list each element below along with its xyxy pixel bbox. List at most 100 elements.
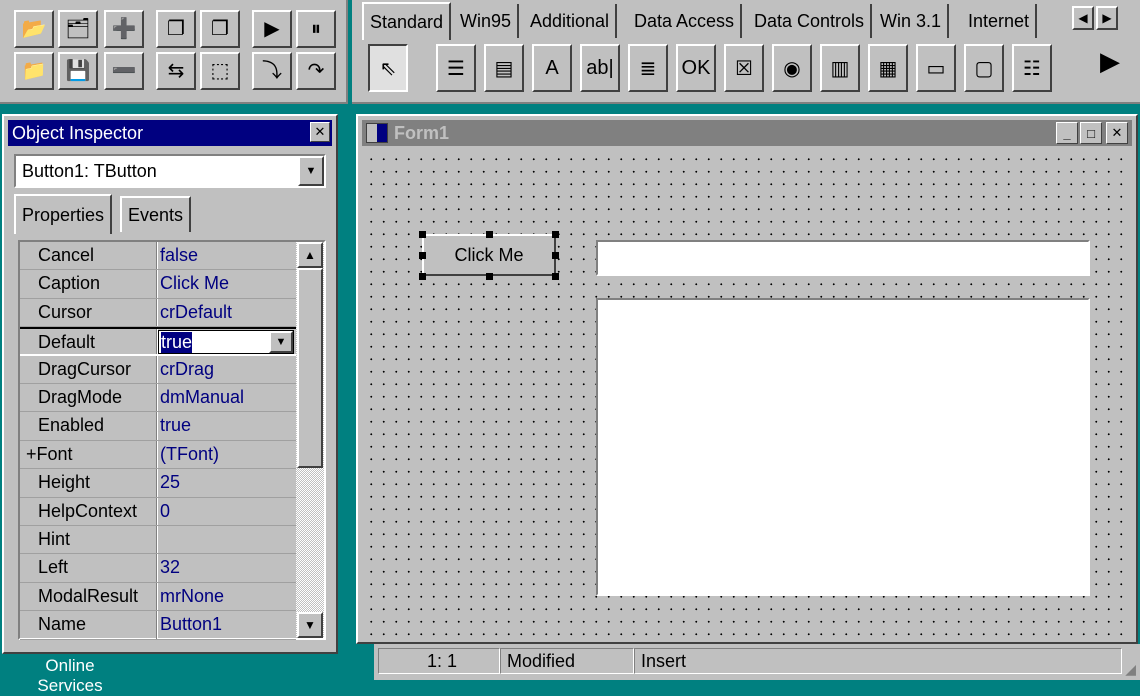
column-divider	[156, 355, 158, 383]
property-value-editor[interactable]: true ▼	[158, 330, 294, 355]
property-name: Enabled	[38, 415, 105, 436]
tab-additional[interactable]: Additional	[524, 4, 618, 38]
inspector-title: Object Inspector	[12, 122, 144, 143]
tab-data-controls[interactable]: Data Controls	[748, 4, 873, 38]
close-icon[interactable]: ✕	[310, 122, 330, 142]
form-client-area[interactable]: Click Me	[362, 150, 1132, 638]
tab-events[interactable]: Events	[120, 196, 192, 232]
edit-icon[interactable]: ab|	[580, 44, 620, 92]
memo-field[interactable]	[596, 298, 1090, 596]
add-file-icon[interactable]: ➕	[104, 10, 144, 48]
property-row[interactable]: Default true ▼	[20, 327, 296, 356]
palette-tab-label: Standard	[370, 11, 444, 32]
remove-file-icon[interactable]: ➖	[104, 52, 144, 90]
open-project-icon[interactable]: 📂	[14, 10, 54, 48]
property-row[interactable]: Name Button1	[20, 611, 296, 640]
size-grip-icon[interactable]: ◢	[1125, 661, 1136, 678]
radiogroup-icon[interactable]: ☷	[1012, 44, 1052, 92]
scrollbar-icon[interactable]: ▭	[916, 44, 956, 92]
scroll-down-icon[interactable]: ▼	[297, 612, 323, 638]
open-icon[interactable]: 📁	[14, 52, 54, 90]
radiobutton-icon[interactable]: ◉	[772, 44, 812, 92]
tab-properties[interactable]: Properties	[14, 194, 113, 234]
close-icon[interactable]: ✕	[1106, 122, 1128, 144]
selection-handle[interactable]	[486, 231, 493, 238]
selection-handle[interactable]	[486, 273, 493, 280]
click-me-button[interactable]: Click Me	[422, 234, 556, 276]
memo-icon[interactable]: ≣	[628, 44, 668, 92]
run-icon[interactable]: ▶	[252, 10, 292, 48]
trace-into-icon[interactable]: ⤵	[252, 52, 292, 90]
property-name: Default	[38, 332, 96, 353]
selection-handle[interactable]	[552, 252, 559, 259]
property-row[interactable]: Hint	[20, 526, 296, 555]
insert-mode-indicator: Insert	[634, 648, 1122, 674]
form-titlebar[interactable]: Form1 _ □ ✕	[362, 120, 1132, 146]
new-form-icon[interactable]: ⬚	[200, 52, 240, 90]
tab-data-access[interactable]: Data Access	[628, 4, 743, 38]
property-row[interactable]: HelpContext 0	[20, 497, 296, 526]
selection-handle[interactable]	[552, 273, 559, 280]
popupmenu-icon[interactable]: ▤	[484, 44, 524, 92]
tab-win95[interactable]: Win95	[454, 4, 520, 38]
select-form-icon[interactable]: ❐	[200, 10, 240, 48]
property-scrollbar[interactable]: ▲ ▼	[296, 242, 324, 638]
tab-scroll-right-icon[interactable]: ▶	[1096, 6, 1118, 30]
property-row[interactable]: ModalResult mrNone	[20, 582, 296, 612]
button-icon[interactable]: OK	[676, 44, 716, 92]
groupbox-icon[interactable]: ▢	[964, 44, 1004, 92]
label-icon[interactable]: A	[532, 44, 572, 92]
minimize-icon[interactable]: _	[1056, 122, 1078, 144]
selection-handle[interactable]	[419, 273, 426, 280]
tab-win-3-1[interactable]: Win 3.1	[874, 4, 950, 38]
property-name: Hint	[38, 529, 71, 549]
tab-scroll-left-icon[interactable]: ◀	[1072, 6, 1094, 30]
object-selector[interactable]: Button1: TButton ▼	[14, 154, 326, 188]
tab-properties-label: Properties	[22, 204, 105, 225]
select-unit-icon[interactable]: ❐	[156, 10, 196, 48]
chevron-down-icon[interactable]: ▼	[298, 156, 324, 186]
save-icon[interactable]: 💾	[58, 52, 98, 90]
step-over-icon[interactable]: ↷	[296, 52, 336, 90]
desktop-icon-online-services[interactable]: Online Services	[20, 656, 120, 696]
mainmenu-icon[interactable]: ☰	[436, 44, 476, 92]
pause-icon[interactable]: ⏸	[296, 10, 336, 48]
selection-handle[interactable]	[419, 231, 426, 238]
property-name: DragMode	[38, 387, 123, 407]
selection-handle[interactable]	[552, 231, 559, 238]
tab-standard[interactable]: Standard	[362, 2, 452, 40]
property-row[interactable]: Cancel false	[20, 242, 296, 271]
scroll-thumb[interactable]	[297, 268, 323, 468]
property-grid[interactable]: Cancel false Caption Click Me Cursor crDefaul…	[18, 240, 326, 640]
form-app-icon	[366, 123, 388, 143]
palette-scroll-right-icon[interactable]: ▶	[1100, 46, 1120, 77]
palette-tab-label: Win 3.1	[880, 10, 942, 31]
toggle-form-unit-icon[interactable]: ⇆	[156, 52, 196, 90]
property-row[interactable]: Left 32	[20, 554, 296, 583]
tab-internet[interactable]: Internet	[962, 4, 1038, 38]
property-value: 25	[160, 472, 181, 493]
scroll-up-icon[interactable]: ▲	[297, 242, 323, 268]
property-name: HelpContext	[38, 500, 138, 521]
property-row[interactable]: +Font (TFont)	[20, 440, 296, 470]
selection-handle[interactable]	[419, 252, 426, 259]
property-row[interactable]: Caption Click Me	[20, 270, 296, 299]
property-row[interactable]: Cursor crDefault	[20, 298, 296, 328]
chevron-down-icon[interactable]: ▼	[269, 331, 293, 354]
edit-field[interactable]	[596, 240, 1090, 276]
tab-events-label: Events	[128, 204, 184, 225]
save-all-icon[interactable]: 🗂	[58, 10, 98, 48]
property-row[interactable]: Enabled true	[20, 412, 296, 441]
pointer-icon[interactable]: ⇖	[368, 44, 408, 92]
combobox-icon[interactable]: ▦	[868, 44, 908, 92]
listbox-icon[interactable]: ▥	[820, 44, 860, 92]
inspector-titlebar[interactable]: Object Inspector ✕	[8, 120, 332, 146]
maximize-icon[interactable]: □	[1080, 122, 1102, 144]
property-row[interactable]: DragMode dmManual	[20, 384, 296, 413]
editor-status-bar: 1: 1 Modified Insert ◢	[374, 644, 1140, 680]
checkbox-icon[interactable]: ☒	[724, 44, 764, 92]
property-row[interactable]: DragCursor crDrag	[20, 355, 296, 384]
column-divider	[156, 440, 158, 469]
property-row[interactable]: Height 25	[20, 469, 296, 498]
palette-tab-label: Internet	[968, 10, 1030, 31]
